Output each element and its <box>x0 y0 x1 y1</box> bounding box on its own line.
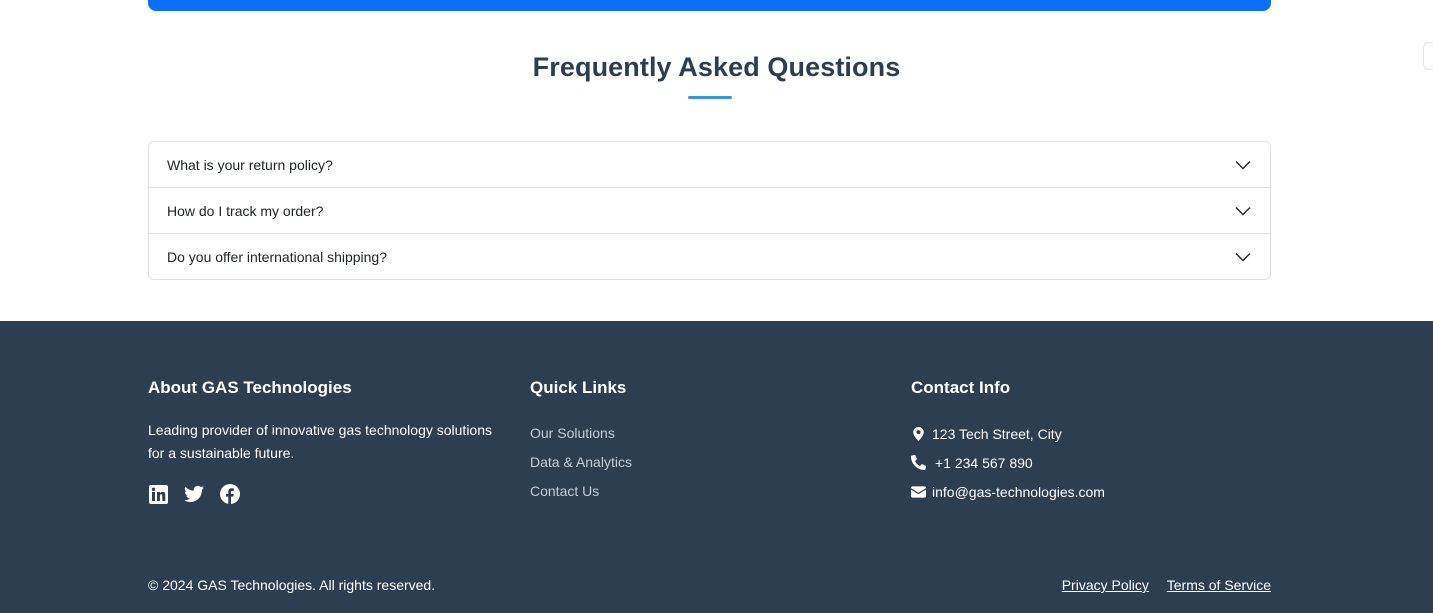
faq-question: How do I track my order? <box>167 202 324 219</box>
link-our-solutions[interactable]: Our Solutions <box>530 419 830 448</box>
contact-address: 123 Tech Street, City <box>911 419 1271 448</box>
quick-links-list: Our Solutions Data & Analytics Contact U… <box>530 419 830 506</box>
contact-list: 123 Tech Street, City +1 234 567 890 inf… <box>911 419 1271 506</box>
link-contact-us[interactable]: Contact Us <box>530 477 830 506</box>
social-links <box>148 484 498 504</box>
chevron-down-icon[interactable] <box>1234 156 1252 174</box>
footer-contact-info: Contact Info 123 Tech Street, City +1 23… <box>911 378 1271 506</box>
terms-of-service-link[interactable]: Terms of Service <box>1167 577 1271 593</box>
faq-title-underline <box>688 96 732 99</box>
footer-contact-heading: Contact Info <box>911 378 1011 397</box>
chevron-down-icon[interactable] <box>1234 202 1252 220</box>
phone-icon <box>911 455 926 470</box>
twitter-icon[interactable] <box>184 484 204 504</box>
chevron-down-icon[interactable] <box>1234 248 1252 266</box>
faq-section: Frequently Asked Questions What is your … <box>0 0 1433 321</box>
faq-accordion: What is your return policy? How do I tra… <box>148 141 1271 280</box>
footer-bottom-bar: © 2024 GAS Technologies. All rights rese… <box>148 577 1271 593</box>
faq-question: What is your return policy? <box>167 156 333 173</box>
site-footer: About GAS Technologies Leading provider … <box>0 321 1433 613</box>
faq-question: Do you offer international shipping? <box>167 248 388 265</box>
link-data-analytics[interactable]: Data & Analytics <box>530 448 830 477</box>
faq-title: Frequently Asked Questions <box>532 52 901 82</box>
privacy-policy-link[interactable]: Privacy Policy <box>1062 577 1149 593</box>
linkedin-icon[interactable] <box>148 484 168 504</box>
envelope-icon <box>911 484 926 499</box>
facebook-icon[interactable] <box>220 484 240 504</box>
contact-email: info@gas-technologies.com <box>911 477 1271 506</box>
faq-item-track-order[interactable]: How do I track my order? <box>149 188 1270 234</box>
footer-about-heading: About GAS Technologies <box>148 378 352 397</box>
copyright-text: © 2024 GAS Technologies. All rights rese… <box>148 577 436 593</box>
contact-address-text: 123 Tech Street, City <box>932 425 1062 442</box>
faq-item-international-shipping[interactable]: Do you offer international shipping? <box>149 234 1270 279</box>
contact-phone: +1 234 567 890 <box>911 448 1271 477</box>
footer-about-text: Leading provider of innovative gas techn… <box>148 422 493 461</box>
legal-links: Privacy Policy Terms of Service <box>1048 577 1271 593</box>
faq-item-return-policy[interactable]: What is your return policy? <box>149 142 1270 188</box>
contact-email-text: info@gas-technologies.com <box>932 483 1105 500</box>
footer-links-heading: Quick Links <box>530 378 627 397</box>
map-marker-icon <box>911 426 926 441</box>
contact-phone-text: +1 234 567 890 <box>935 454 1033 471</box>
footer-quick-links: Quick Links Our Solutions Data & Analyti… <box>530 378 830 506</box>
footer-about: About GAS Technologies Leading provider … <box>148 378 498 504</box>
